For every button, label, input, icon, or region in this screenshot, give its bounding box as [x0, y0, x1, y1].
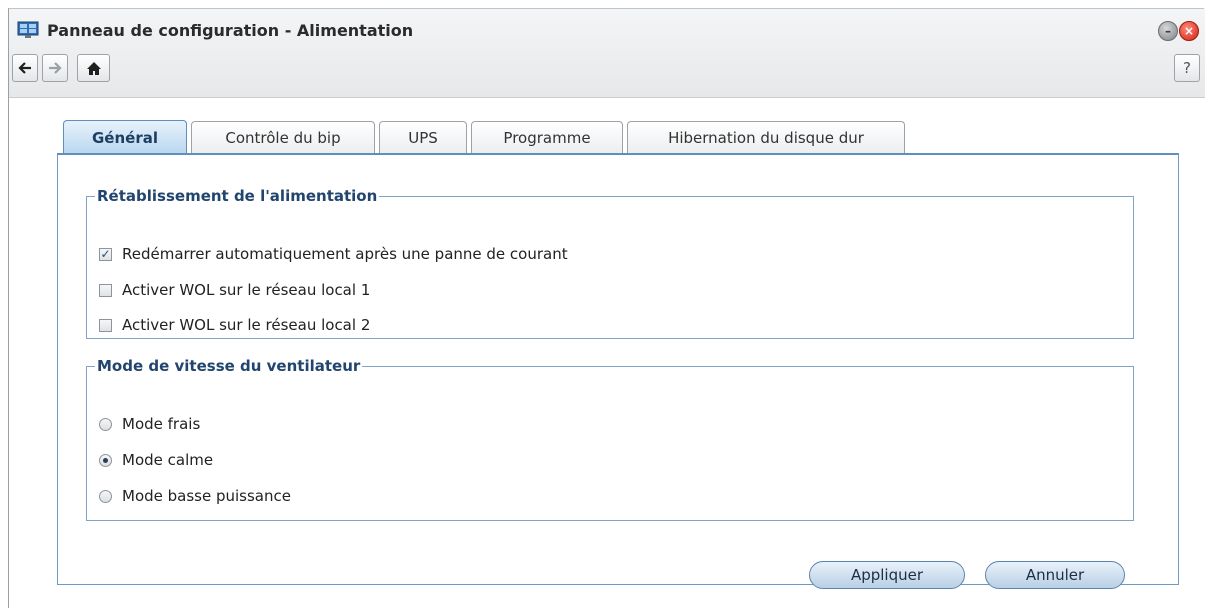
wol-lan1-option[interactable]: Activer WOL sur le réseau local 1: [99, 281, 370, 299]
fan-cool-label: Mode frais: [122, 415, 201, 433]
tab-content-panel: Rétablissement de l'alimentation ✓ Redém…: [57, 153, 1179, 585]
tab-hdd-hibernation[interactable]: Hibernation du disque dur: [627, 121, 905, 153]
fan-low-power-label: Mode basse puissance: [122, 487, 291, 505]
auto-restart-option[interactable]: ✓ Redémarrer automatiquement après une p…: [99, 245, 568, 263]
wol-lan2-option[interactable]: Activer WOL sur le réseau local 2: [99, 316, 370, 334]
power-recovery-group: Rétablissement de l'alimentation ✓ Redém…: [86, 187, 1134, 339]
wol-lan1-checkbox[interactable]: [99, 283, 112, 297]
window-title: Panneau de configuration - Alimentation: [47, 21, 414, 40]
fan-cool-option[interactable]: Mode frais: [99, 415, 200, 433]
fan-quiet-radio[interactable]: [99, 453, 112, 467]
tab-schedule[interactable]: Programme: [471, 121, 623, 153]
fan-low-power-radio[interactable]: [99, 489, 112, 503]
auto-restart-label: Redémarrer automatiquement après une pan…: [122, 245, 568, 263]
fan-low-power-option[interactable]: Mode basse puissance: [99, 487, 291, 505]
tab-general[interactable]: Général: [63, 120, 187, 154]
home-icon: [86, 61, 101, 75]
apply-button[interactable]: Appliquer: [809, 561, 965, 589]
minimize-button[interactable]: –: [1158, 21, 1178, 41]
power-recovery-legend: Rétablissement de l'alimentation: [97, 187, 378, 205]
tab-beep-control[interactable]: Contrôle du bip: [191, 121, 375, 153]
tab-ups[interactable]: UPS: [379, 121, 467, 153]
control-panel-icon: [17, 21, 39, 38]
back-button[interactable]: [12, 54, 38, 82]
title-bar: Panneau de configuration - Alimentation …: [9, 9, 1205, 98]
fan-cool-radio[interactable]: [99, 417, 112, 431]
wol-lan1-label: Activer WOL sur le réseau local 1: [122, 281, 371, 299]
close-button[interactable]: ×: [1179, 21, 1199, 41]
fan-mode-group: Mode de vitesse du ventilateur Mode frai…: [86, 357, 1134, 521]
cancel-button[interactable]: Annuler: [985, 561, 1125, 589]
minimize-icon: –: [1165, 24, 1171, 38]
arrow-left-icon: [18, 62, 31, 74]
fan-quiet-option[interactable]: Mode calme: [99, 451, 213, 469]
auto-restart-checkbox[interactable]: ✓: [99, 247, 112, 261]
close-icon: ×: [1183, 24, 1195, 38]
home-button[interactable]: [77, 54, 110, 82]
fan-mode-legend: Mode de vitesse du ventilateur: [97, 357, 361, 375]
wol-lan2-label: Activer WOL sur le réseau local 2: [122, 316, 371, 334]
help-button[interactable]: ?: [1174, 54, 1200, 82]
arrow-right-icon: [49, 62, 62, 74]
fan-quiet-label: Mode calme: [122, 451, 214, 469]
control-panel-window: Panneau de configuration - Alimentation …: [8, 8, 1205, 608]
forward-button[interactable]: [42, 54, 68, 82]
wol-lan2-checkbox[interactable]: [99, 318, 112, 332]
